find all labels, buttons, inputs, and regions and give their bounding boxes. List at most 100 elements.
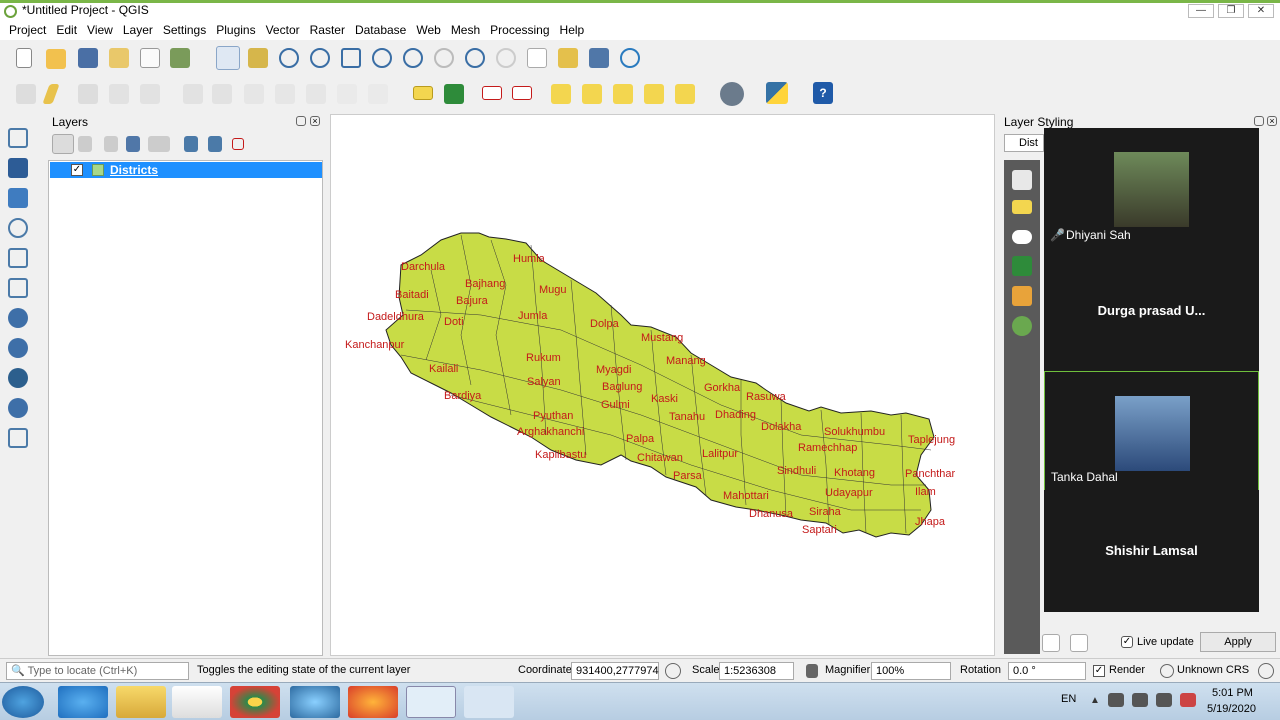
redo-style-icon[interactable] — [1070, 634, 1088, 652]
chrome-icon[interactable] — [230, 686, 280, 718]
menu-plugins[interactable]: Plugins — [216, 23, 255, 37]
cut-features-icon[interactable] — [244, 84, 264, 104]
close-panel-icon[interactable]: × — [310, 116, 320, 126]
open-project-icon[interactable] — [46, 49, 66, 69]
add-postgis-icon[interactable] — [8, 308, 28, 328]
scale-combo[interactable]: 1:5236308 — [719, 662, 794, 680]
menu-vector[interactable]: Vector — [266, 23, 300, 37]
participant-tile-3[interactable]: Tanka Dahal — [1044, 371, 1259, 491]
zoom-to-layer-icon[interactable] — [403, 48, 423, 68]
zoom-in-icon[interactable] — [279, 48, 299, 68]
diagrams-tab-icon[interactable] — [1012, 286, 1032, 306]
remove-layer-icon[interactable] — [232, 138, 244, 150]
temporal-controller-icon[interactable] — [558, 48, 578, 68]
layout-manager-icon[interactable] — [140, 48, 160, 68]
menu-web[interactable]: Web — [416, 23, 440, 37]
add-mesh-layer-icon[interactable] — [8, 188, 28, 208]
render-checkbox[interactable]: ✓ — [1093, 665, 1105, 677]
participant-tile-1[interactable]: 🎤 Dhiyani Sah — [1044, 128, 1259, 248]
menu-layer[interactable]: Layer — [123, 23, 153, 37]
zoom-taskbar-icon[interactable] — [464, 686, 514, 718]
layer-visibility-checkbox[interactable]: ✓ — [71, 164, 83, 176]
participant-tile-4[interactable]: Shishir Lamsal — [1044, 490, 1259, 610]
close-button[interactable]: ✕ — [1248, 4, 1274, 18]
filter-expression-icon[interactable] — [148, 136, 170, 152]
save-project-icon[interactable] — [78, 48, 98, 68]
zoom-out-icon[interactable] — [310, 48, 330, 68]
history-tab-icon[interactable] — [1012, 316, 1032, 336]
crs-status[interactable]: Unknown CRS — [1177, 664, 1249, 676]
menu-database[interactable]: Database — [355, 23, 406, 37]
paste-features-icon[interactable] — [306, 84, 326, 104]
python-console-icon[interactable] — [766, 82, 788, 104]
current-edits-icon[interactable] — [16, 84, 36, 104]
new-bookmark-icon[interactable] — [589, 48, 609, 68]
redo-icon[interactable] — [368, 84, 388, 104]
minimize-button[interactable]: — — [1188, 4, 1214, 18]
messages-icon[interactable] — [1258, 663, 1274, 679]
add-wms-layer-icon[interactable] — [8, 338, 28, 358]
add-wfs-layer-icon[interactable] — [8, 368, 28, 388]
zoom-next-icon[interactable] — [496, 48, 516, 68]
move-label-icon[interactable] — [613, 84, 633, 104]
close-styling-icon[interactable]: × — [1267, 116, 1277, 126]
layer-item-districts[interactable]: ✓ Districts — [50, 162, 322, 178]
network-icon[interactable] — [1108, 693, 1124, 707]
menu-settings[interactable]: Settings — [163, 23, 206, 37]
internet-explorer-icon[interactable] — [58, 686, 108, 718]
add-group-icon[interactable] — [78, 136, 92, 152]
toggle-labels-icon[interactable] — [512, 86, 532, 100]
filter-legend-icon[interactable] — [126, 136, 140, 152]
map-canvas[interactable]: Darchula Humla Bajhang Baitadi Bajura Mugu Dad… — [330, 114, 995, 656]
menu-view[interactable]: View — [87, 23, 113, 37]
expand-all-icon[interactable] — [184, 136, 198, 152]
zoom-to-selection-icon[interactable] — [372, 48, 392, 68]
float-styling-icon[interactable] — [1254, 116, 1264, 126]
collapse-all-icon[interactable] — [208, 136, 222, 152]
copy-features-icon[interactable] — [275, 84, 295, 104]
flag-icon[interactable] — [1132, 693, 1148, 707]
undo-style-icon[interactable] — [1042, 634, 1060, 652]
diagram-options-icon[interactable] — [444, 84, 464, 104]
pan-to-selection-icon[interactable] — [248, 48, 268, 68]
add-virtual-layer-icon[interactable] — [8, 278, 28, 298]
globe-plugin-icon[interactable] — [720, 82, 744, 106]
start-button-icon[interactable] — [2, 686, 44, 718]
menu-raster[interactable]: Raster — [310, 23, 345, 37]
style-manager-icon[interactable] — [170, 48, 190, 68]
add-delimited-text-icon[interactable] — [8, 218, 28, 238]
add-raster-layer-icon[interactable] — [8, 158, 28, 178]
change-label-icon[interactable] — [675, 84, 695, 104]
rotate-label-icon[interactable] — [644, 84, 664, 104]
pin-labels-icon[interactable] — [551, 84, 571, 104]
search-app-icon[interactable] — [290, 686, 340, 718]
toggle-editing-icon[interactable] — [42, 84, 60, 104]
symbology-tab-icon[interactable] — [1012, 170, 1032, 190]
file-explorer-icon[interactable] — [116, 686, 166, 718]
show-hide-labels-icon[interactable] — [582, 84, 602, 104]
locator-input[interactable]: 🔍 Type to locate (Ctrl+K) — [6, 662, 189, 680]
highlight-pinned-labels-icon[interactable] — [482, 86, 502, 100]
add-wcs-layer-icon[interactable] — [8, 398, 28, 418]
toggle-extents-icon[interactable] — [665, 663, 681, 679]
rotation-spinbox[interactable]: 0.0 ° — [1008, 662, 1086, 680]
masks-tab-icon[interactable] — [1012, 230, 1032, 244]
input-language[interactable]: EN — [1061, 693, 1076, 705]
coordinate-field[interactable]: 931400,2777974 — [571, 662, 659, 680]
labels-tab-icon[interactable] — [1012, 200, 1032, 214]
menu-edit[interactable]: Edit — [56, 23, 77, 37]
add-feature-icon[interactable] — [109, 84, 129, 104]
layer-styling-toggle-icon[interactable] — [52, 134, 74, 154]
zoom-full-icon[interactable] — [341, 48, 361, 68]
3d-view-tab-icon[interactable] — [1012, 256, 1032, 276]
apply-button[interactable]: Apply — [1200, 632, 1276, 652]
add-vector-layer-icon[interactable] — [8, 128, 28, 148]
zoom-last-icon[interactable] — [465, 48, 485, 68]
refresh-icon[interactable] — [620, 48, 640, 68]
undo-icon[interactable] — [337, 84, 357, 104]
live-update-checkbox[interactable]: ✓ — [1121, 636, 1133, 648]
pan-map-icon[interactable] — [216, 46, 240, 70]
menu-project[interactable]: Project — [9, 23, 46, 37]
menu-help[interactable]: Help — [560, 23, 585, 37]
new-project-icon[interactable] — [16, 48, 32, 68]
